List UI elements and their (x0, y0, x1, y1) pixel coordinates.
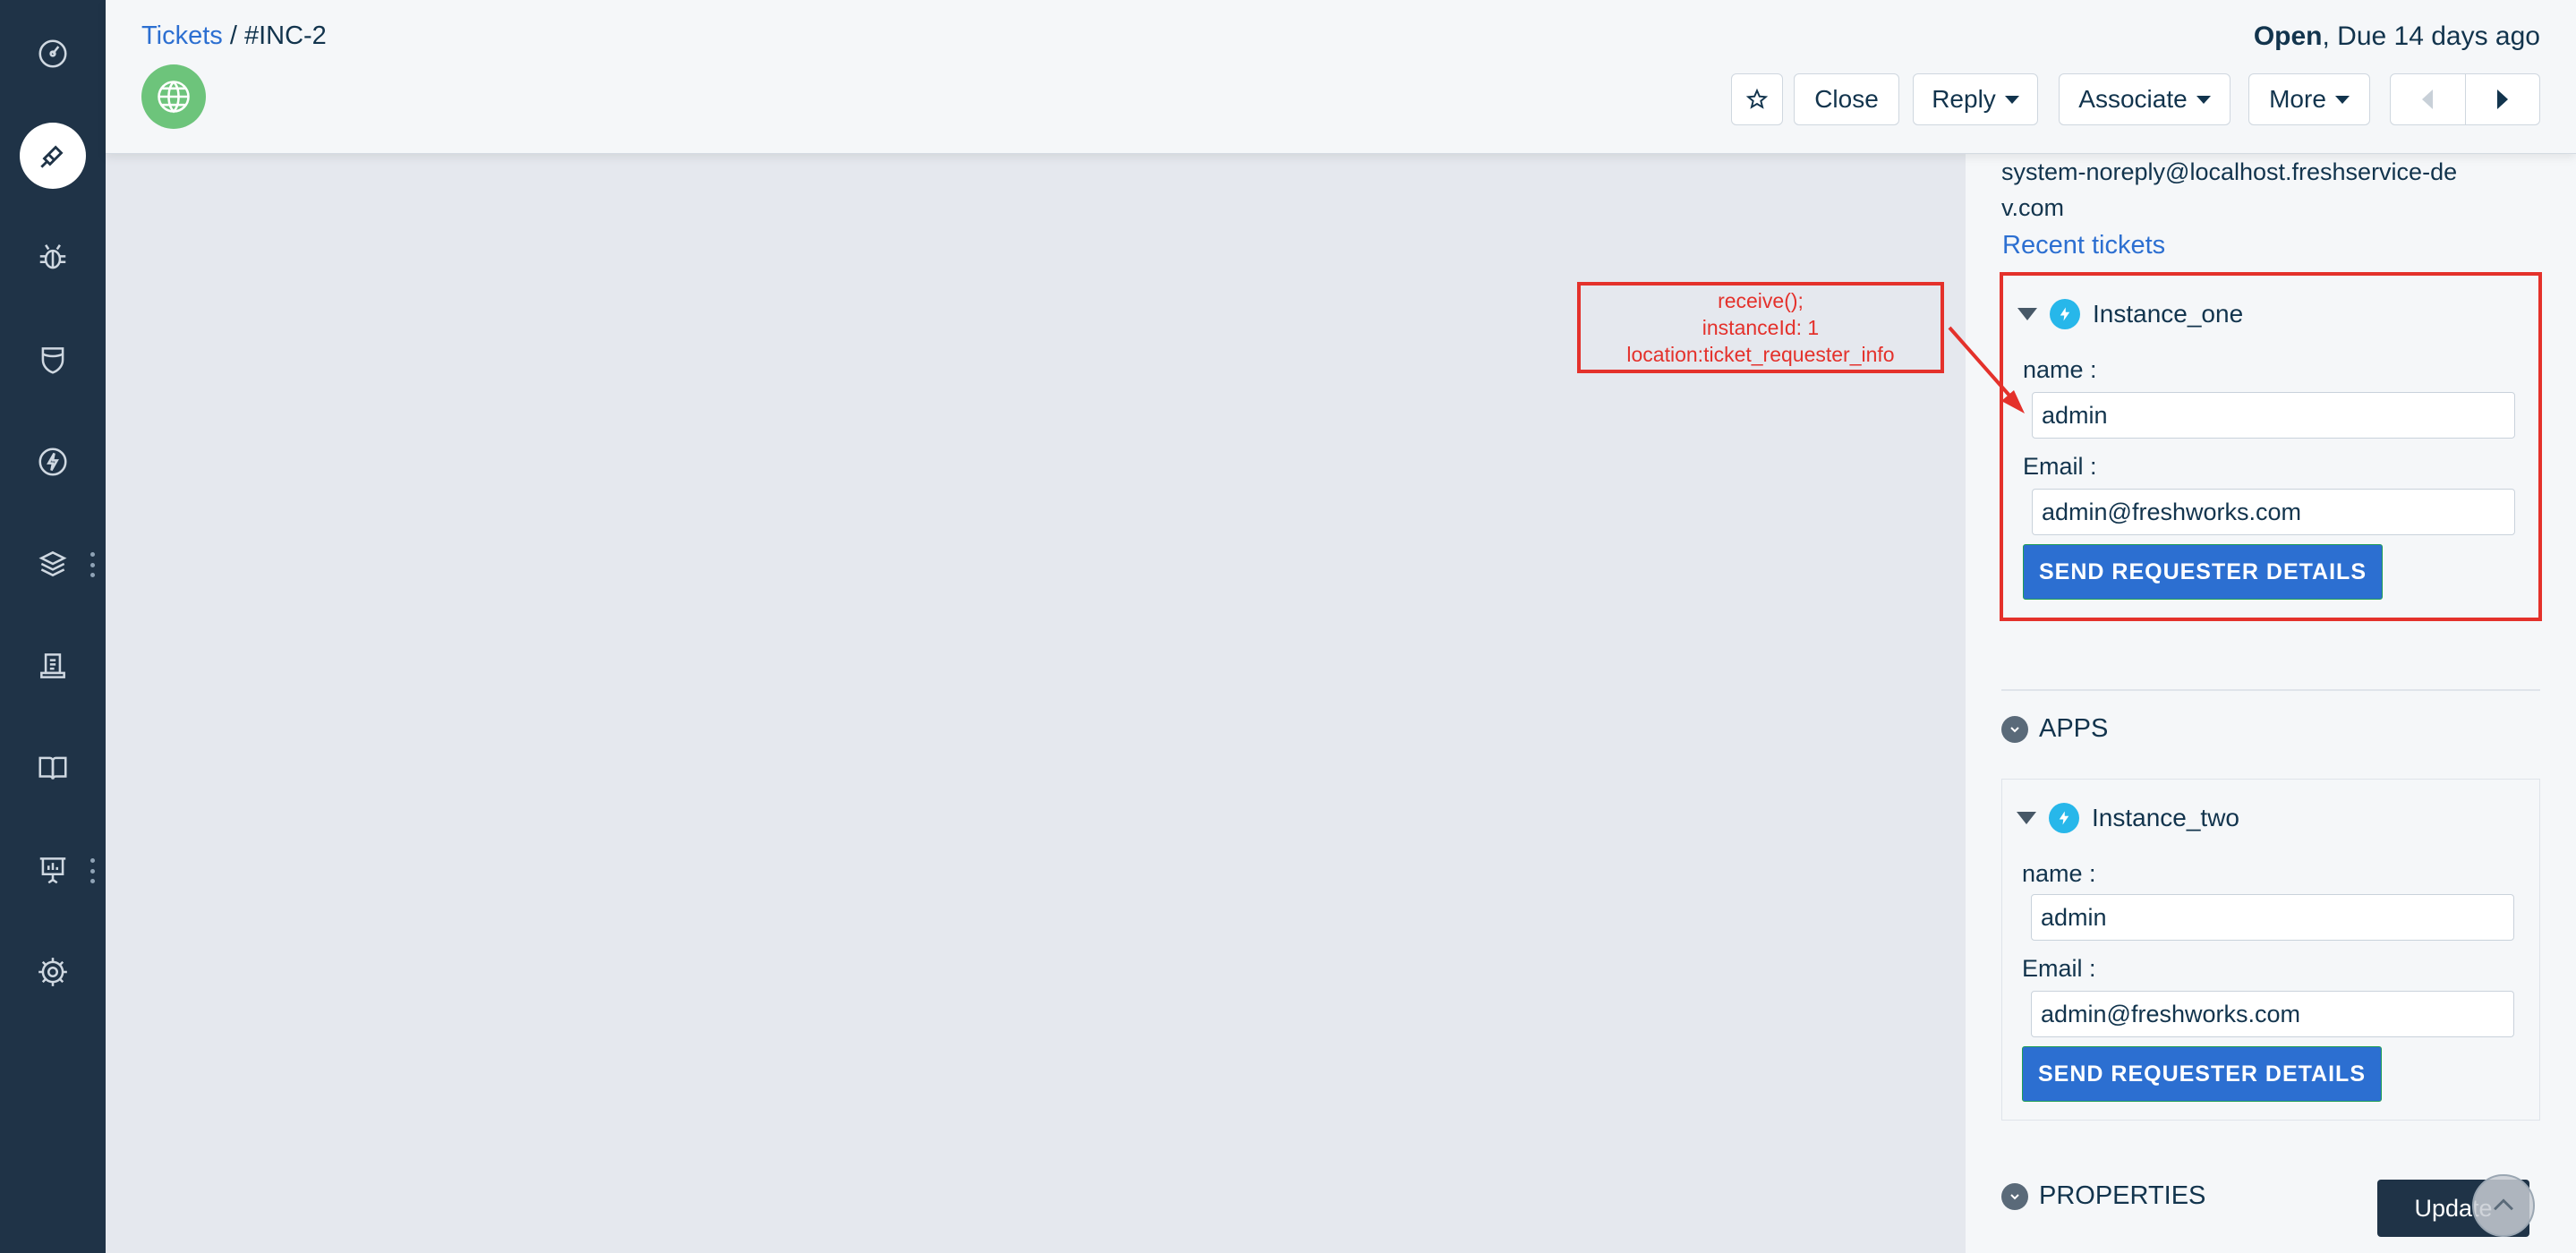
chevron-down-icon (2004, 95, 2019, 104)
breadcrumb-current: #INC-2 (243, 21, 327, 50)
next-ticket-button[interactable] (2466, 74, 2540, 124)
associate-button-label: Associate (2078, 85, 2188, 113)
chevron-up-icon (2494, 1198, 2513, 1211)
left-navigation (0, 0, 106, 1253)
status-due: , Due 14 days ago (2322, 21, 2540, 51)
nav-contracts[interactable] (0, 634, 106, 698)
requester-email-line-2: v.com (2001, 194, 2065, 221)
name-input[interactable] (2032, 392, 2515, 439)
app-card-instance-one: Instance_one name : Email : SEND REQUEST… (2000, 272, 2542, 621)
problems-icon (39, 244, 66, 269)
scroll-to-top-button[interactable] (2472, 1174, 2535, 1237)
ticket-pager (2390, 73, 2540, 125)
associate-button[interactable]: Associate (2059, 73, 2231, 125)
annotation-box: receive(); instanceId: 1 location:ticket… (1577, 282, 1944, 373)
properties-section-header[interactable]: PROPERTIES (2001, 1181, 2205, 1211)
status-open: Open (2253, 21, 2323, 51)
recent-tickets-link[interactable]: Recent tickets (2002, 231, 2165, 260)
tickets-icon (40, 145, 64, 168)
email-input[interactable] (2032, 489, 2515, 535)
send-requester-details-button[interactable]: SEND REQUESTER DETAILS (2022, 1046, 2382, 1102)
star-button[interactable] (1731, 73, 1783, 125)
ticket-header: Tickets / #INC-2 Open, Due 14 days ago C… (106, 0, 2576, 154)
nav-solutions[interactable] (0, 736, 106, 800)
reply-button[interactable]: Reply (1913, 73, 2038, 125)
requester-email-line-1: system-noreply@localhost.freshservice-de (2001, 158, 2458, 185)
chevron-down-icon (2001, 715, 2028, 743)
nav-releases[interactable] (0, 430, 106, 494)
annotation-line-2: instanceId: 1 (1702, 316, 1820, 339)
assets-icon (38, 550, 67, 577)
requester-sidebar: system-noreply@localhost.freshservice-de… (1966, 154, 2576, 1253)
source-globe-icon (141, 64, 206, 129)
analytics-icon (39, 857, 66, 884)
admin-gear-icon (38, 958, 67, 986)
reply-button-label: Reply (1932, 85, 1996, 113)
app-header-instance-one[interactable]: Instance_one (2017, 299, 2243, 329)
nav-changes[interactable] (0, 328, 106, 392)
app-header-instance-two[interactable]: Instance_two (2017, 803, 2239, 833)
chevron-down-icon (2196, 95, 2211, 104)
section-divider (2001, 689, 2540, 691)
more-button[interactable]: More (2248, 73, 2370, 125)
apps-section-title: APPS (2039, 714, 2109, 743)
chevron-right-icon (2496, 90, 2508, 109)
more-button-label: More (2269, 85, 2326, 113)
app-card-instance-two: Instance_two name : Email : SEND REQUEST… (2001, 779, 2540, 1121)
name-label: name : (2023, 356, 2097, 383)
annotation-line-1: receive(); (1718, 289, 1804, 312)
breadcrumb: Tickets / #INC-2 (141, 21, 327, 51)
send-requester-details-button[interactable]: SEND REQUESTER DETAILS (2023, 544, 2383, 600)
assets-more-icon[interactable] (88, 552, 97, 577)
nav-admin[interactable] (0, 940, 106, 1004)
email-label: Email : (2022, 955, 2096, 982)
previous-ticket-button[interactable] (2391, 74, 2466, 124)
chevron-left-icon (2422, 90, 2434, 109)
nav-dashboard[interactable] (0, 21, 106, 86)
dashboard-icon (38, 39, 67, 68)
close-button-label: Close (1814, 85, 1879, 113)
star-icon (1745, 88, 1769, 109)
properties-section-title: PROPERTIES (2039, 1181, 2206, 1210)
app-bolt-icon (2050, 299, 2080, 329)
email-input[interactable] (2031, 991, 2514, 1037)
breadcrumb-tickets-link[interactable]: Tickets (141, 21, 223, 50)
app-title: Instance_two (2092, 804, 2239, 831)
close-button[interactable]: Close (1794, 73, 1899, 125)
requester-email: system-noreply@localhost.freshservice-de… (2001, 154, 2503, 226)
name-input[interactable] (2031, 894, 2514, 941)
nav-tickets[interactable] (0, 123, 106, 189)
app-title: Instance_one (2093, 300, 2244, 328)
ticket-status: Open, Due 14 days ago (2254, 21, 2540, 52)
chevron-down-icon (2334, 95, 2350, 104)
breadcrumb-separator: / (222, 21, 244, 50)
changes-icon (41, 347, 64, 374)
analytics-more-icon[interactable] (88, 858, 97, 883)
releases-icon (38, 448, 67, 476)
apps-section-header[interactable]: APPS (2001, 714, 2108, 744)
name-label: name : (2022, 860, 2096, 887)
email-label: Email : (2023, 453, 2097, 480)
annotation-line-3: location:ticket_requester_info (1626, 343, 1895, 366)
chevron-down-icon (2001, 1182, 2028, 1210)
solutions-icon (38, 756, 67, 780)
app-bolt-icon (2049, 803, 2079, 833)
collapse-triangle-icon (2017, 308, 2037, 320)
collapse-triangle-icon (2017, 812, 2036, 824)
nav-problems[interactable] (0, 226, 106, 290)
contracts-icon (40, 653, 65, 678)
